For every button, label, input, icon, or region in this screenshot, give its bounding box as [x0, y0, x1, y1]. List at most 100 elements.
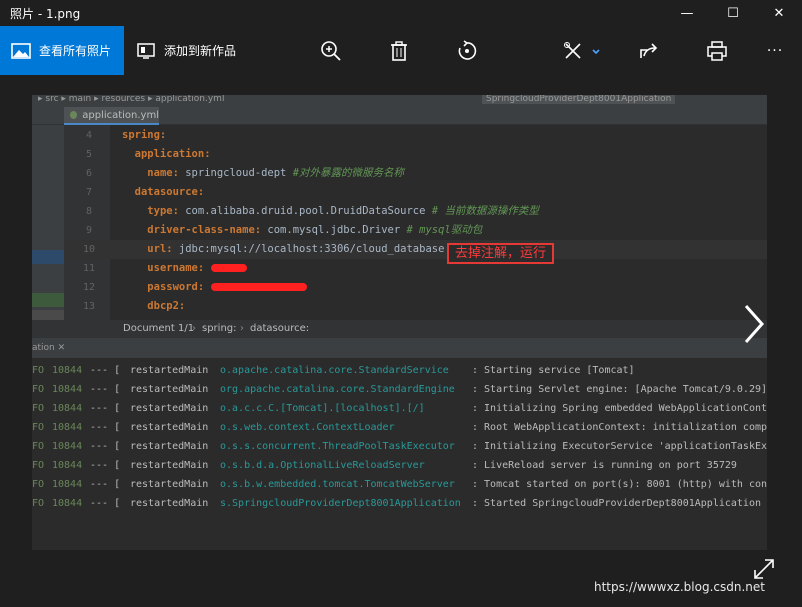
add-to-new-creation-label: 添加到新作品	[164, 44, 237, 58]
editor-breadcrumb: Document 1/1 › spring: › datasource:	[32, 320, 767, 338]
console-thread: restartedMain	[130, 441, 209, 452]
line-number: 11	[82, 263, 96, 274]
breadcrumb-document: Document 1/1	[123, 323, 195, 334]
yaml-comment: #对外暴露的微服务名称	[292, 167, 405, 179]
code-line: 11 username:	[64, 259, 767, 278]
line-number: 6	[85, 168, 93, 179]
yaml-key: type:	[147, 205, 179, 217]
console-level: FO	[32, 422, 45, 433]
code-line: 5 application:	[64, 145, 767, 164]
console-line: FO 10844 --- [restartedMain org.apache.cata…	[32, 380, 767, 399]
redacted-password	[210, 283, 307, 291]
console-level: FO	[32, 460, 45, 471]
line-number: 8	[85, 206, 93, 217]
console-pid: 10844	[52, 422, 83, 433]
console-separator: --- [	[90, 479, 121, 490]
console-msg: : Initializing ExecutorService 'applicat…	[472, 441, 767, 452]
share-button[interactable]	[634, 36, 664, 66]
edit-create-button[interactable]	[560, 36, 604, 66]
run-config-selector: SpringcloudProviderDept8001Application	[482, 95, 676, 104]
yaml-value: com.mysql.jdbc.Driver	[261, 224, 407, 236]
console-level: FO	[32, 365, 45, 376]
code-line: 4 spring:	[64, 126, 767, 145]
console-msg: : Starting Servlet engine: [Apache Tomca…	[472, 384, 767, 395]
console-logger: o.apache.catalina.core.StandardService	[220, 365, 449, 376]
console-level: FO	[32, 441, 45, 452]
printer-icon	[707, 41, 727, 61]
code-line: 13 dbcp2:	[64, 297, 767, 316]
console-line: FO 10844 --- [restartedMain o.s.web.context…	[32, 418, 767, 437]
code-line-current: 10 url: jdbc:mysql://localhost:3306/clou…	[64, 240, 767, 259]
console-thread: restartedMain	[130, 479, 209, 490]
run-panel-tab: ation ✕	[32, 343, 66, 353]
share-icon	[640, 43, 658, 58]
line-number: 12	[82, 282, 96, 293]
console-separator: --- [	[90, 460, 121, 471]
zoom-button[interactable]	[316, 36, 346, 66]
close-icon: ✕	[773, 5, 785, 21]
console-line: FO 10844 --- [restartedMain o.a.c.c.C.[Tomc…	[32, 399, 767, 418]
see-all-photos-label: 查看所有照片	[39, 44, 112, 58]
console-separator: --- [	[90, 384, 121, 395]
run-panel-header: ation ✕	[32, 338, 767, 358]
console-msg: : Starting service [Tomcat]	[472, 365, 635, 376]
zoom-in-icon	[321, 41, 341, 61]
window-title: 照片 - 1.png	[10, 6, 81, 21]
console-level: FO	[32, 384, 45, 395]
photos-icon	[11, 42, 31, 59]
console-level: FO	[32, 498, 45, 509]
console-level: FO	[32, 479, 45, 490]
breadcrumb-spring: spring:	[202, 323, 237, 334]
video-editor-icon	[137, 42, 155, 59]
console-logger: o.a.c.c.C.[Tomcat].[localhost].[/]	[220, 403, 425, 414]
project-panel-edge	[32, 125, 64, 335]
line-number: 10	[82, 244, 96, 255]
line-number: 5	[85, 149, 93, 160]
console-pid: 10844	[52, 441, 83, 452]
line-number: 4	[85, 130, 93, 141]
yaml-key: driver-class-name:	[147, 224, 262, 236]
yaml-comment: # mysql驱动包	[406, 224, 483, 236]
rotate-button[interactable]	[452, 36, 482, 66]
see-all-photos-button[interactable]: 查看所有照片	[0, 26, 124, 75]
next-photo-button[interactable]	[738, 302, 768, 346]
console-logger: o.s.web.context.ContextLoader	[220, 422, 395, 433]
yaml-key: password:	[147, 281, 205, 293]
yaml-key: spring:	[122, 129, 167, 141]
yaml-key: application:	[134, 148, 211, 160]
maximize-button[interactable]: ☐	[710, 0, 756, 26]
console-thread: restartedMain	[130, 460, 209, 471]
console-msg: : Started SpringcloudProviderDept8001App…	[472, 498, 767, 509]
yaml-value: springcloud-dept	[178, 167, 293, 179]
line-number: 7	[85, 187, 93, 198]
console-separator: --- [	[90, 441, 121, 452]
add-to-new-creation-button[interactable]: 添加到新作品	[136, 26, 236, 75]
console-thread: restartedMain	[130, 498, 209, 509]
run-console: FO 10844 --- [ restartedMain o.apache.catali…	[32, 358, 767, 550]
annotation-box: 去掉注解，运行	[447, 243, 555, 264]
delete-button[interactable]	[384, 36, 414, 66]
yaml-key: username:	[147, 262, 205, 274]
code-line: 6 name: springcloud-dept #对外暴露的微服务名称	[64, 164, 767, 183]
close-button[interactable]: ✕	[756, 0, 802, 26]
yaml-key: datasource:	[134, 186, 205, 198]
console-logger: o.s.b.d.a.OptionalLiveReloadServer	[220, 460, 425, 471]
expand-icon	[754, 559, 774, 579]
code-line: 8 type: com.alibaba.druid.pool.DruidData…	[64, 202, 767, 221]
toolbar: 查看所有照片 添加到新作品 ···	[0, 26, 802, 75]
breadcrumb-datasource: datasource:	[250, 323, 310, 334]
code-line: 7 datasource:	[64, 183, 767, 202]
fullscreen-button[interactable]	[752, 557, 776, 581]
tab-application-yml: application.yml	[64, 107, 159, 125]
console-msg: : Initializing Spring embedded WebApplic…	[472, 403, 767, 414]
more-icon: ···	[766, 43, 784, 59]
minimize-button[interactable]: —	[664, 0, 710, 26]
print-button[interactable]	[702, 36, 732, 66]
ide-navbar: ▸ src ▸ main ▸ resources ▸ application.y…	[32, 95, 767, 105]
maximize-icon: ☐	[727, 5, 739, 21]
console-pid: 10844	[52, 384, 83, 395]
yml-file-icon	[70, 111, 78, 119]
watermark: https://wwwxz.blog.csdn.net	[594, 580, 765, 594]
more-button[interactable]: ···	[760, 36, 790, 66]
console-line: FO 10844 --- [restartedMain s.SpringcloudPr…	[32, 494, 767, 513]
